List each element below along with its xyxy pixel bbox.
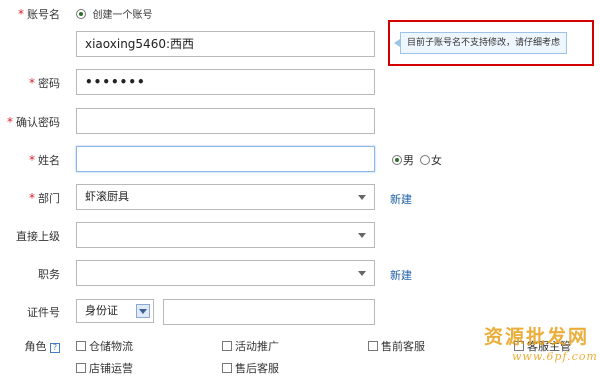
- position-select[interactable]: [76, 260, 375, 286]
- watermark-title: 资源批发网: [484, 326, 590, 348]
- account-label-text: 账号名: [27, 8, 60, 21]
- name-input[interactable]: [76, 146, 375, 172]
- radio-icon: [420, 155, 430, 165]
- password-label: * 密码: [0, 75, 60, 91]
- required-mark: *: [29, 76, 35, 90]
- dropdown-button[interactable]: [136, 304, 150, 318]
- role-label-text: 角色: [24, 340, 47, 353]
- checkbox-icon: [368, 341, 378, 351]
- department-value: 虾滚厨具: [85, 190, 129, 203]
- chevron-down-icon: [358, 233, 366, 238]
- superior-select[interactable]: [76, 222, 375, 248]
- chevron-down-icon: [139, 309, 147, 314]
- role-option-label: 售前客服: [381, 340, 425, 353]
- checkbox-icon: [76, 341, 86, 351]
- account-tip: 目前子账号名不支持修改，请仔细考虑: [400, 32, 568, 54]
- create-account-radio[interactable]: 创建一个账号: [76, 6, 153, 21]
- radio-icon: [76, 9, 86, 19]
- role-option-label: 仓储物流: [89, 340, 133, 353]
- role-option-label: 售后客服: [235, 362, 279, 375]
- checkbox-icon: [76, 363, 86, 373]
- confirm-password-label: * 确认密码: [0, 114, 60, 130]
- role-option-2[interactable]: 售前客服: [368, 338, 425, 354]
- role-option-label: 店铺运营: [89, 362, 133, 375]
- chevron-down-icon: [358, 195, 366, 200]
- role-label: 角色 ?: [0, 338, 60, 354]
- required-mark: *: [7, 115, 13, 129]
- name-label: * 姓名: [0, 152, 60, 168]
- checkbox-icon: [222, 363, 232, 373]
- department-select[interactable]: 虾滚厨具: [76, 184, 375, 210]
- role-option-1[interactable]: 活动推广: [222, 338, 279, 354]
- password-label-text: 密码: [38, 77, 60, 90]
- id-label: 证件号: [27, 306, 60, 319]
- name-label-text: 姓名: [38, 154, 60, 167]
- help-icon[interactable]: ?: [50, 343, 60, 353]
- password-input[interactable]: •••••••: [76, 69, 375, 95]
- confirm-password-label-text: 确认密码: [16, 116, 60, 129]
- new-department-link[interactable]: 新建: [390, 191, 412, 207]
- confirm-password-input[interactable]: [76, 108, 375, 134]
- department-label-text: 部门: [38, 192, 60, 205]
- new-position-link[interactable]: 新建: [390, 267, 412, 283]
- chevron-down-icon: [358, 271, 366, 276]
- account-name-input[interactable]: xiaoxing5460:西西: [76, 31, 375, 57]
- role-option-label: 活动推广: [235, 340, 279, 353]
- gender-female-radio[interactable]: 女: [420, 152, 442, 168]
- id-type-value: 身份证: [85, 304, 118, 317]
- required-mark: *: [18, 7, 24, 21]
- role-option-4[interactable]: 店铺运营: [76, 360, 133, 376]
- account-label: * 账号名: [0, 6, 60, 22]
- id-type-select[interactable]: 身份证: [76, 299, 154, 323]
- gender-male-radio[interactable]: 男: [392, 152, 414, 168]
- watermark-url: www.6pf.com: [512, 350, 598, 363]
- superior-label: 直接上级: [16, 230, 60, 243]
- department-label: * 部门: [0, 190, 60, 206]
- create-account-label: 创建一个账号: [92, 10, 153, 21]
- role-option-5[interactable]: 售后客服: [222, 360, 279, 376]
- checkbox-icon: [222, 341, 232, 351]
- required-mark: *: [29, 191, 35, 205]
- radio-icon: [392, 155, 402, 165]
- role-option-0[interactable]: 仓储物流: [76, 338, 133, 354]
- id-number-input[interactable]: [163, 299, 375, 325]
- position-label: 职务: [38, 268, 60, 281]
- required-mark: *: [29, 153, 35, 167]
- gender-female-label: 女: [431, 154, 442, 167]
- gender-male-label: 男: [403, 154, 414, 167]
